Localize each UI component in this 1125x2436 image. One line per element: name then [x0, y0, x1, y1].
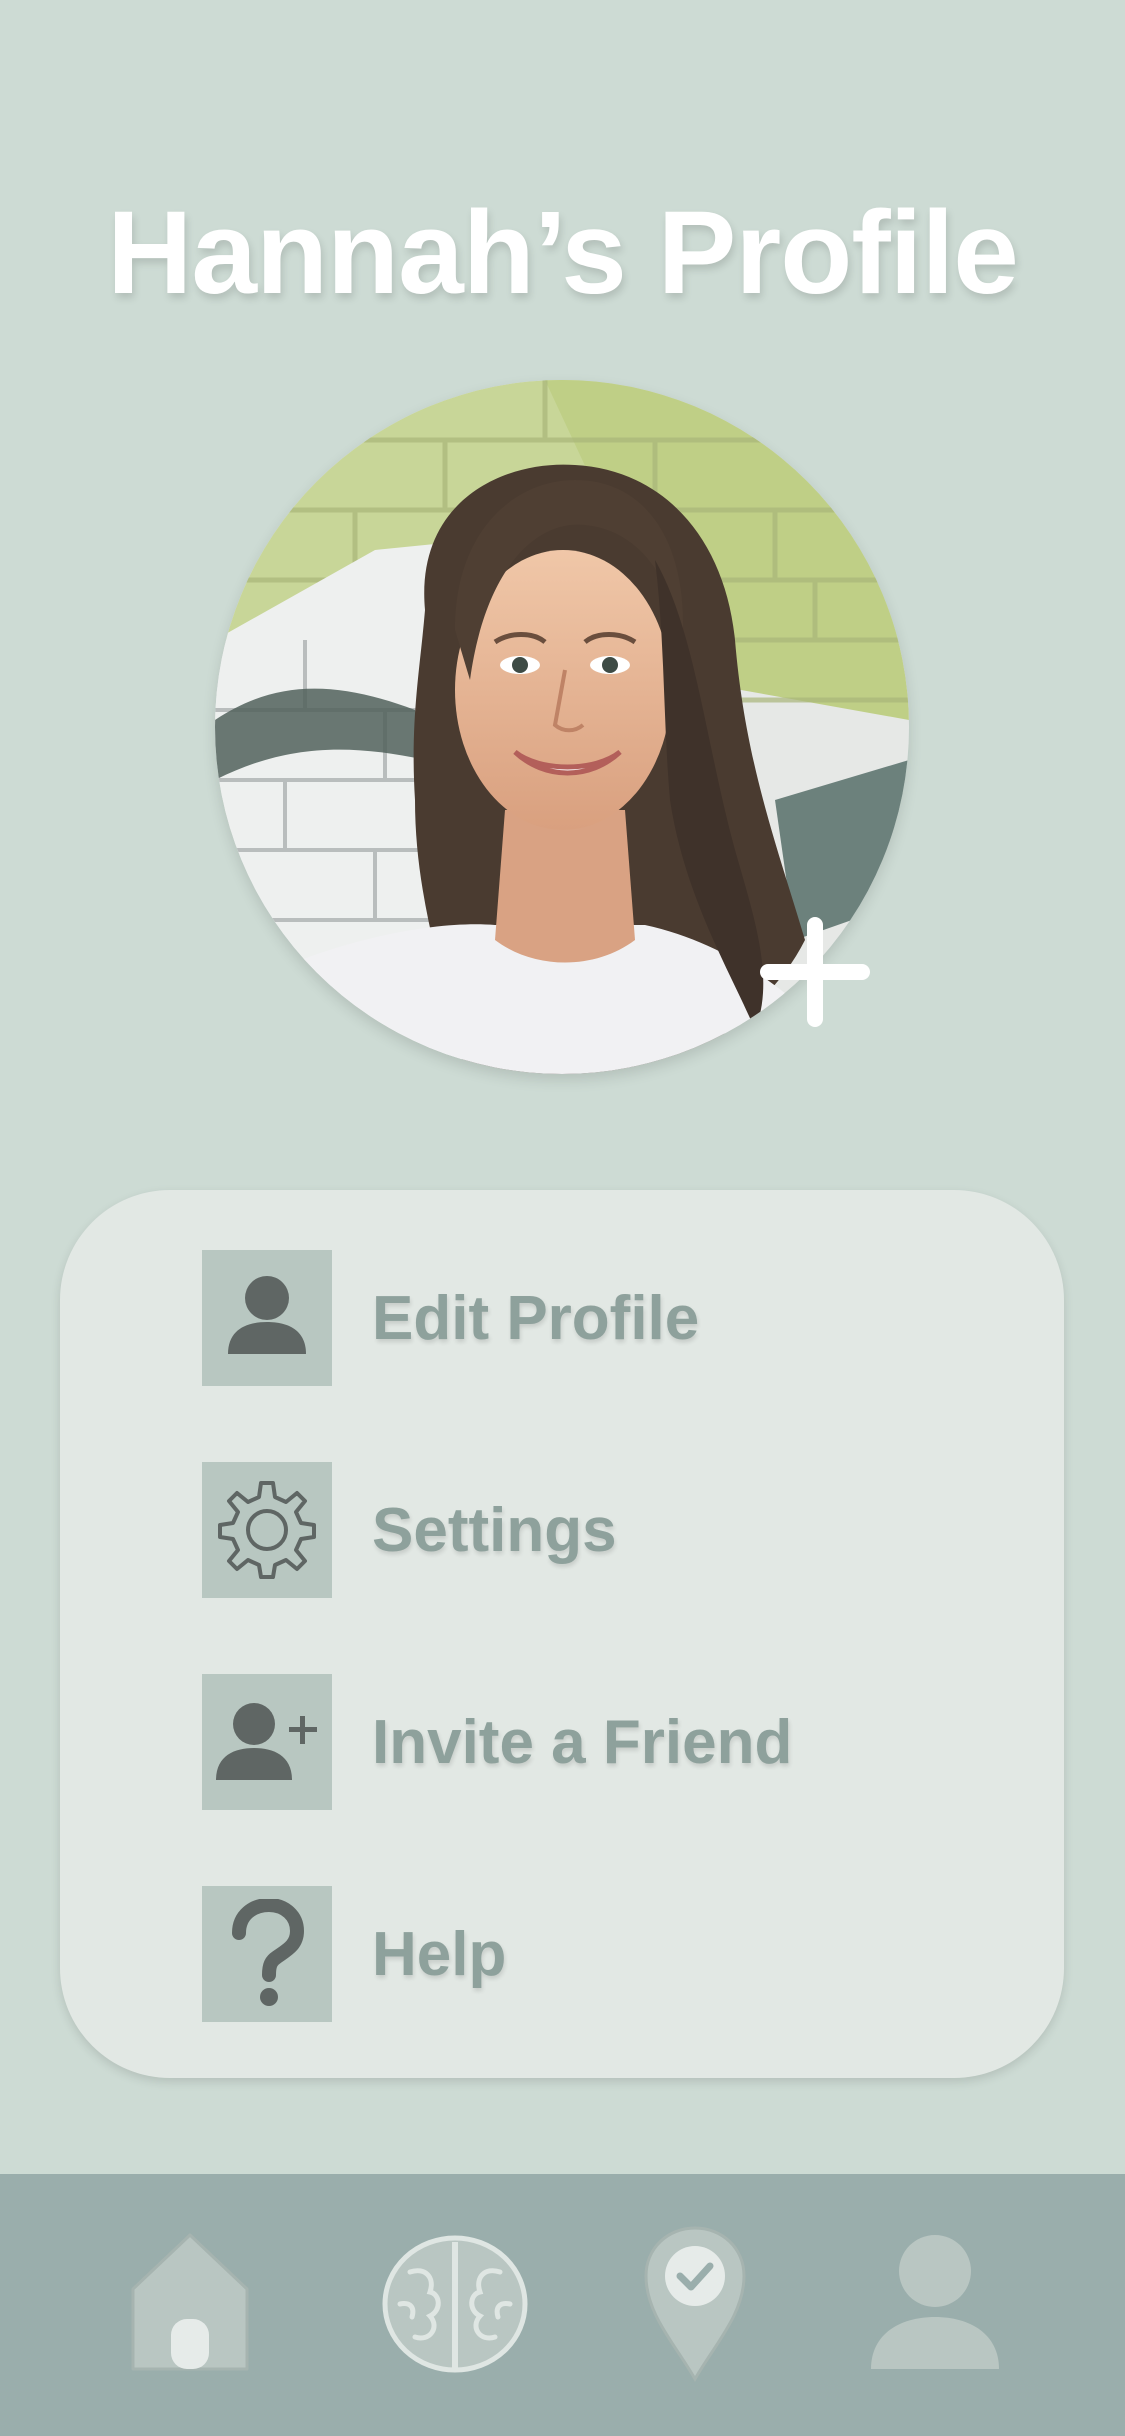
- invite-friend-label: Invite a Friend: [372, 1707, 793, 1777]
- bottom-tab-bar: [0, 2174, 1125, 2436]
- profile-icon: [871, 2235, 999, 2369]
- tab-brain[interactable]: [375, 2214, 535, 2394]
- edit-profile-item[interactable]: Edit Profile: [202, 1248, 982, 1388]
- help-label: Help: [372, 1919, 507, 1989]
- plus-icon: [760, 917, 870, 1027]
- tab-check-in[interactable]: [635, 2214, 755, 2394]
- gear-icon: [202, 1462, 332, 1598]
- tab-profile[interactable]: [860, 2214, 1010, 2394]
- invite-friend-item[interactable]: Invite a Friend: [202, 1672, 982, 1812]
- tab-home[interactable]: [120, 2214, 260, 2394]
- menu-card: Edit Profile Settings Invite a Friend He…: [60, 1190, 1064, 2078]
- page-title: Hannah’s Profile: [107, 187, 1019, 319]
- person-icon: [202, 1250, 332, 1386]
- add-person-icon: [202, 1674, 332, 1810]
- add-photo-button[interactable]: [755, 912, 875, 1032]
- location-check-icon: [644, 2226, 746, 2383]
- help-item[interactable]: Help: [202, 1884, 982, 2024]
- edit-profile-label: Edit Profile: [372, 1283, 700, 1353]
- brain-icon: [382, 2235, 528, 2372]
- home-icon: [131, 2233, 249, 2371]
- question-mark-icon: [202, 1886, 332, 2022]
- settings-label: Settings: [372, 1495, 617, 1565]
- settings-item[interactable]: Settings: [202, 1460, 982, 1600]
